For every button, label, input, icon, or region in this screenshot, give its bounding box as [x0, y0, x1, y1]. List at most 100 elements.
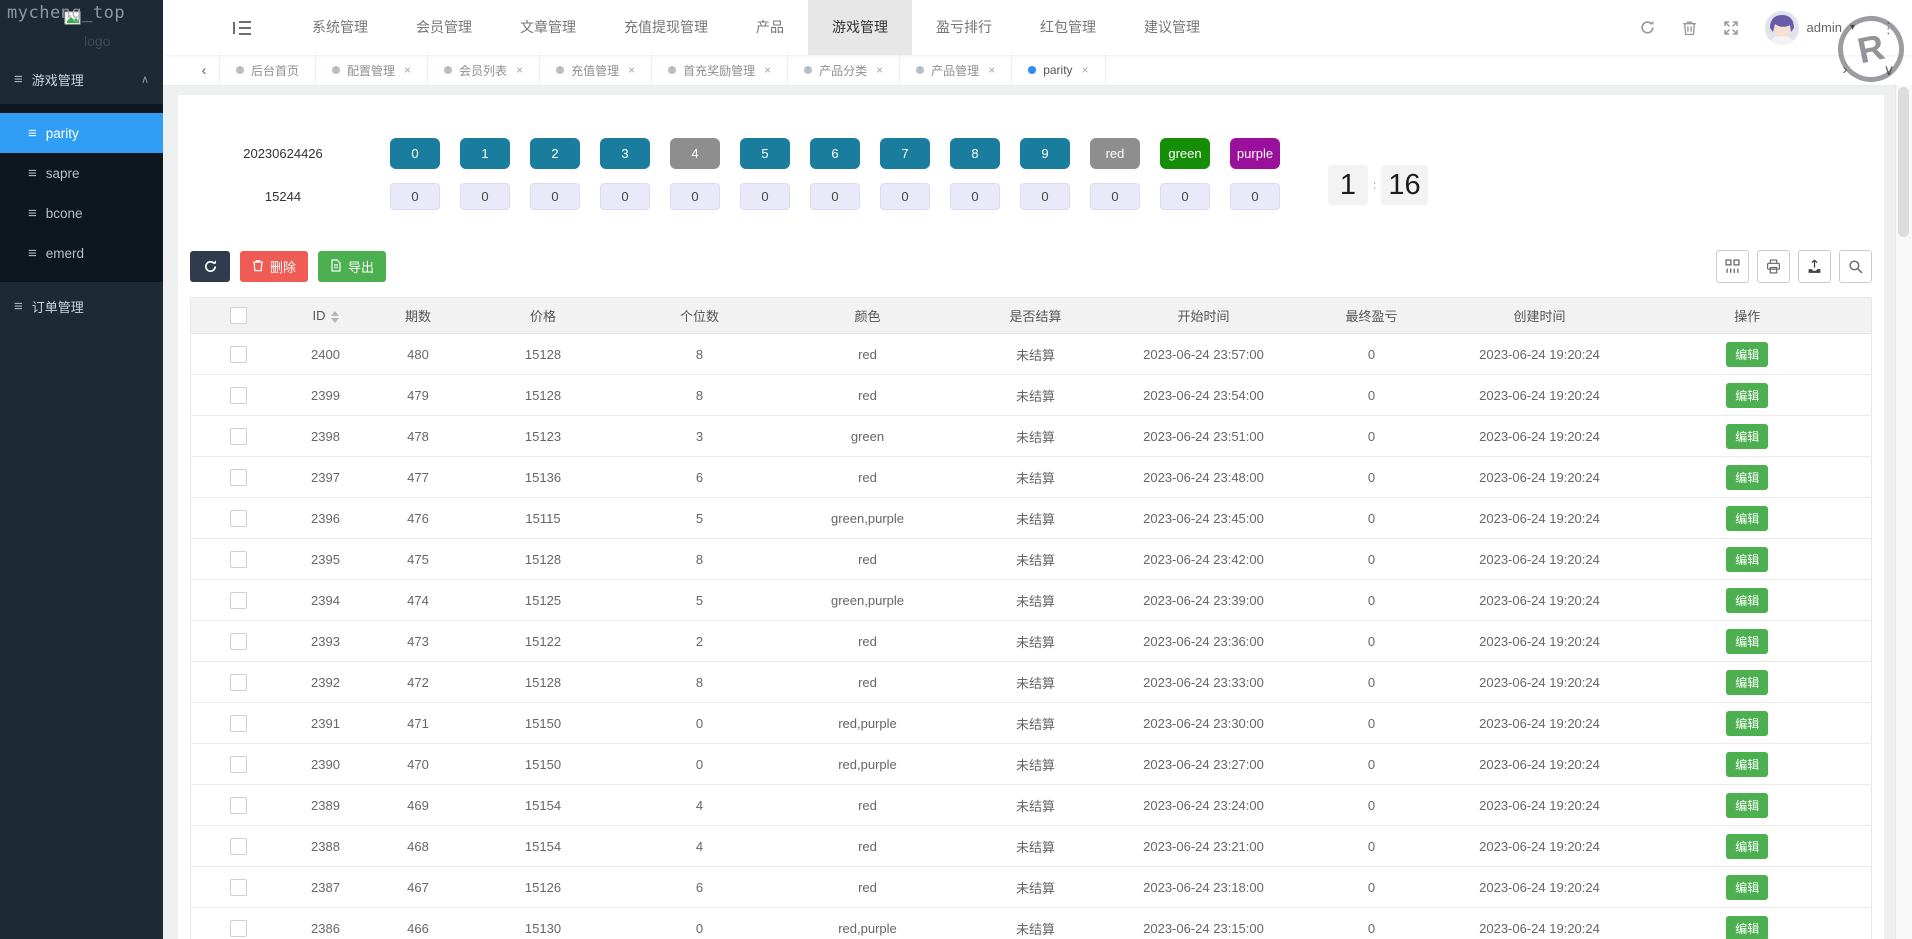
bet-option-0[interactable]: 0 [390, 138, 440, 169]
sidebar-item-sapre[interactable]: ≡sapre [0, 153, 163, 193]
row-checkbox[interactable] [230, 469, 247, 486]
fullscreen-icon[interactable] [1723, 20, 1739, 36]
bet-amount-input[interactable]: 0 [1230, 183, 1280, 210]
tab[interactable]: 产品管理× [900, 55, 1012, 85]
bet-option-2[interactable]: 2 [530, 138, 580, 169]
edit-button[interactable]: 编辑 [1726, 465, 1768, 490]
bet-amount-input[interactable]: 0 [530, 183, 580, 210]
bet-amount-input[interactable]: 0 [600, 183, 650, 210]
row-checkbox[interactable] [230, 756, 247, 773]
bet-option-8[interactable]: 8 [950, 138, 1000, 169]
bet-amount-input[interactable]: 0 [950, 183, 1000, 210]
tab[interactable]: 充值管理× [540, 55, 652, 85]
export-data-icon[interactable] [1798, 250, 1831, 283]
bet-option-6[interactable]: 6 [810, 138, 860, 169]
topnav-item[interactable]: 盈亏排行 [912, 0, 1016, 55]
tab[interactable]: 会员列表× [428, 55, 540, 85]
bet-amount-input[interactable]: 0 [1090, 183, 1140, 210]
columns-icon[interactable] [1716, 250, 1749, 283]
vertical-scrollbar[interactable] [1895, 85, 1912, 939]
edit-button[interactable]: 编辑 [1726, 342, 1768, 367]
topnav-item[interactable]: 产品 [732, 0, 808, 55]
edit-button[interactable]: 编辑 [1726, 506, 1768, 531]
trash-icon[interactable] [1682, 20, 1697, 36]
export-button[interactable]: 导出 [318, 251, 386, 282]
bet-amount-input[interactable]: 0 [1020, 183, 1070, 210]
edit-button[interactable]: 编辑 [1726, 629, 1768, 654]
bet-option-purple[interactable]: purple [1230, 138, 1280, 169]
tab[interactable]: 首充奖励管理× [652, 55, 788, 85]
sidebar-group[interactable]: ≡游戏管理∧ [0, 55, 163, 104]
row-checkbox[interactable] [230, 674, 247, 691]
row-checkbox[interactable] [230, 633, 247, 650]
row-checkbox[interactable] [230, 428, 247, 445]
tabs-scroll-left-icon[interactable]: ‹ [189, 62, 219, 79]
refresh-button[interactable] [190, 251, 230, 282]
refresh-icon[interactable] [1639, 19, 1656, 36]
bet-option-7[interactable]: 7 [880, 138, 930, 169]
bet-option-3[interactable]: 3 [600, 138, 650, 169]
row-checkbox[interactable] [230, 715, 247, 732]
edit-button[interactable]: 编辑 [1726, 752, 1768, 777]
tab-close-icon[interactable]: × [764, 63, 771, 77]
edit-button[interactable]: 编辑 [1726, 588, 1768, 613]
topnav-item[interactable]: 建议管理 [1120, 0, 1224, 55]
row-checkbox[interactable] [230, 551, 247, 568]
bet-amount-input[interactable]: 0 [670, 183, 720, 210]
tab-close-icon[interactable]: × [988, 63, 995, 77]
tab-close-icon[interactable]: × [628, 63, 635, 77]
edit-button[interactable]: 编辑 [1726, 916, 1768, 939]
bet-amount-input[interactable]: 0 [1160, 183, 1210, 210]
row-checkbox[interactable] [230, 592, 247, 609]
bet-amount-input[interactable]: 0 [390, 183, 440, 210]
topnav-item[interactable]: 系统管理 [288, 0, 392, 55]
row-checkbox[interactable] [230, 920, 247, 937]
bet-option-green[interactable]: green [1160, 138, 1210, 169]
sidebar-item-emerd[interactable]: ≡emerd [0, 233, 163, 273]
topnav-item[interactable]: 文章管理 [496, 0, 600, 55]
topnav-item[interactable]: 充值提现管理 [600, 0, 732, 55]
avatar[interactable] [1765, 11, 1799, 45]
menu-fold-icon[interactable] [233, 20, 252, 36]
row-checkbox[interactable] [230, 346, 247, 363]
tab[interactable]: 产品分类× [788, 55, 900, 85]
edit-button[interactable]: 编辑 [1726, 793, 1768, 818]
sort-asc-icon[interactable] [331, 311, 339, 316]
bet-option-9[interactable]: 9 [1020, 138, 1070, 169]
bet-amount-input[interactable]: 0 [880, 183, 930, 210]
row-checkbox[interactable] [230, 879, 247, 896]
edit-button[interactable]: 编辑 [1726, 547, 1768, 572]
edit-button[interactable]: 编辑 [1726, 875, 1768, 900]
scrollbar-thumb[interactable] [1898, 87, 1909, 237]
tab[interactable]: 配置管理× [316, 55, 428, 85]
row-checkbox[interactable] [230, 838, 247, 855]
topnav-item[interactable]: 会员管理 [392, 0, 496, 55]
row-checkbox[interactable] [230, 387, 247, 404]
row-checkbox[interactable] [230, 797, 247, 814]
edit-button[interactable]: 编辑 [1726, 670, 1768, 695]
tab-close-icon[interactable]: × [1082, 63, 1089, 77]
search-icon[interactable] [1839, 250, 1872, 283]
tab-close-icon[interactable]: × [516, 63, 523, 77]
bet-amount-input[interactable]: 0 [460, 183, 510, 210]
edit-button[interactable]: 编辑 [1726, 834, 1768, 859]
bet-amount-input[interactable]: 0 [740, 183, 790, 210]
select-all-checkbox[interactable] [230, 307, 247, 324]
bet-option-4[interactable]: 4 [670, 138, 720, 169]
edit-button[interactable]: 编辑 [1726, 711, 1768, 736]
sidebar-item-parity[interactable]: ≡parity [0, 113, 163, 153]
bet-amount-input[interactable]: 0 [810, 183, 860, 210]
delete-button[interactable]: 删除 [240, 251, 308, 282]
row-checkbox[interactable] [230, 510, 247, 527]
sidebar-item-bcone[interactable]: ≡bcone [0, 193, 163, 233]
topnav-item[interactable]: 游戏管理 [808, 0, 912, 55]
edit-button[interactable]: 编辑 [1726, 424, 1768, 449]
edit-button[interactable]: 编辑 [1726, 383, 1768, 408]
sort-icon[interactable] [331, 311, 339, 323]
print-icon[interactable] [1757, 250, 1790, 283]
bet-option-5[interactable]: 5 [740, 138, 790, 169]
sidebar-group[interactable]: ≡订单管理 [0, 282, 163, 331]
bet-option-red[interactable]: red [1090, 138, 1140, 169]
tab[interactable]: 后台首页 [219, 55, 316, 85]
tab-close-icon[interactable]: × [876, 63, 883, 77]
